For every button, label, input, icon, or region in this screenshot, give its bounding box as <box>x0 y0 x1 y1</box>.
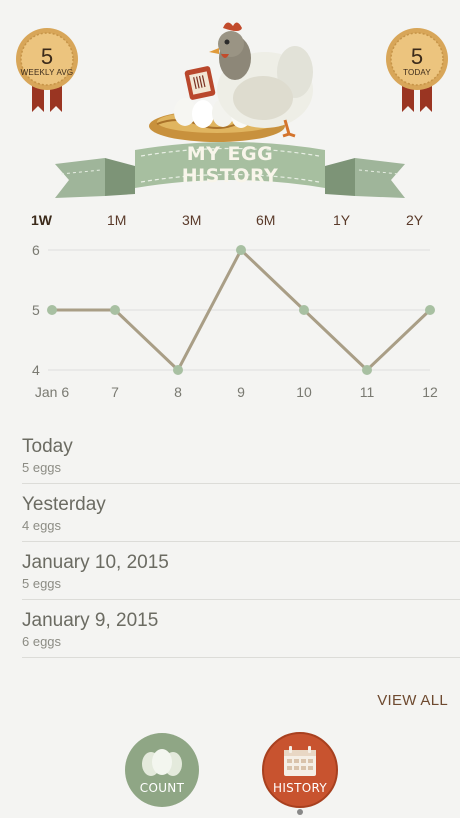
egg-history-chart: 4 5 6 Jan 6 7 8 9 10 11 12 <box>32 242 438 400</box>
entry-count: 4 eggs <box>22 518 62 533</box>
range-6m[interactable]: 6M <box>256 212 275 228</box>
history-label: HISTORY <box>273 781 327 795</box>
view-all-link[interactable]: VIEW ALL <box>377 692 448 709</box>
weekly-avg-label: WEEKLY AVG <box>20 68 74 77</box>
x-tick-label: 8 <box>174 384 182 400</box>
hen-nest-illustration <box>149 22 313 142</box>
y-tick-label: 6 <box>32 242 40 258</box>
x-tick-label: 9 <box>237 384 245 400</box>
data-point <box>110 305 120 315</box>
data-point <box>299 305 309 315</box>
data-point <box>173 365 183 375</box>
x-tick-label: 12 <box>422 384 438 400</box>
history-button[interactable]: HISTORY <box>262 732 338 808</box>
x-tick-label: Jan 6 <box>35 384 69 400</box>
data-point <box>362 365 372 375</box>
entry-count: 5 eggs <box>22 460 62 475</box>
list-item[interactable]: Today 5 eggs <box>22 426 460 484</box>
calendar-icon <box>262 732 338 808</box>
x-tick-label: 11 <box>360 384 375 400</box>
entry-count: 5 eggs <box>22 576 62 591</box>
entry-count: 6 eggs <box>22 634 62 649</box>
entry-date: Yesterday <box>22 494 106 515</box>
list-item[interactable]: January 10, 2015 5 eggs <box>22 542 460 600</box>
weekly-avg-badge: 5 WEEKLY AVG <box>14 28 80 118</box>
today-value: 5 <box>410 44 424 69</box>
data-point <box>236 245 246 255</box>
entry-date: January 10, 2015 <box>22 552 169 573</box>
history-list: Today 5 eggs Yesterday 4 eggs January 10… <box>0 426 460 658</box>
count-button[interactable]: COUNT <box>124 732 200 808</box>
x-tick-label: 10 <box>296 384 312 400</box>
data-point <box>47 305 57 315</box>
today-badge: 5 TODAY <box>384 28 450 118</box>
entry-date: Today <box>22 436 73 457</box>
y-tick-label: 5 <box>32 302 40 318</box>
count-label: COUNT <box>139 781 185 795</box>
range-3m[interactable]: 3M <box>182 212 201 228</box>
eggs-icon <box>125 733 199 807</box>
today-label: TODAY <box>403 68 431 77</box>
weekly-avg-value: 5 <box>40 44 54 69</box>
entry-date: January 9, 2015 <box>22 610 159 631</box>
x-tick-label: 7 <box>111 384 119 400</box>
y-tick-label: 4 <box>32 362 40 378</box>
range-selector: 1W 1M 3M 6M 1Y 2Y <box>0 212 460 232</box>
range-1w[interactable]: 1W <box>31 212 52 228</box>
data-point <box>425 305 435 315</box>
list-item[interactable]: January 9, 2015 6 eggs <box>22 600 460 658</box>
list-item[interactable]: Yesterday 4 eggs <box>22 484 460 542</box>
page-title: MY EGG HISTORY <box>181 143 279 187</box>
range-1m[interactable]: 1M <box>107 212 126 228</box>
range-2y[interactable]: 2Y <box>406 212 423 228</box>
range-1y[interactable]: 1Y <box>333 212 350 228</box>
active-indicator <box>297 809 303 815</box>
